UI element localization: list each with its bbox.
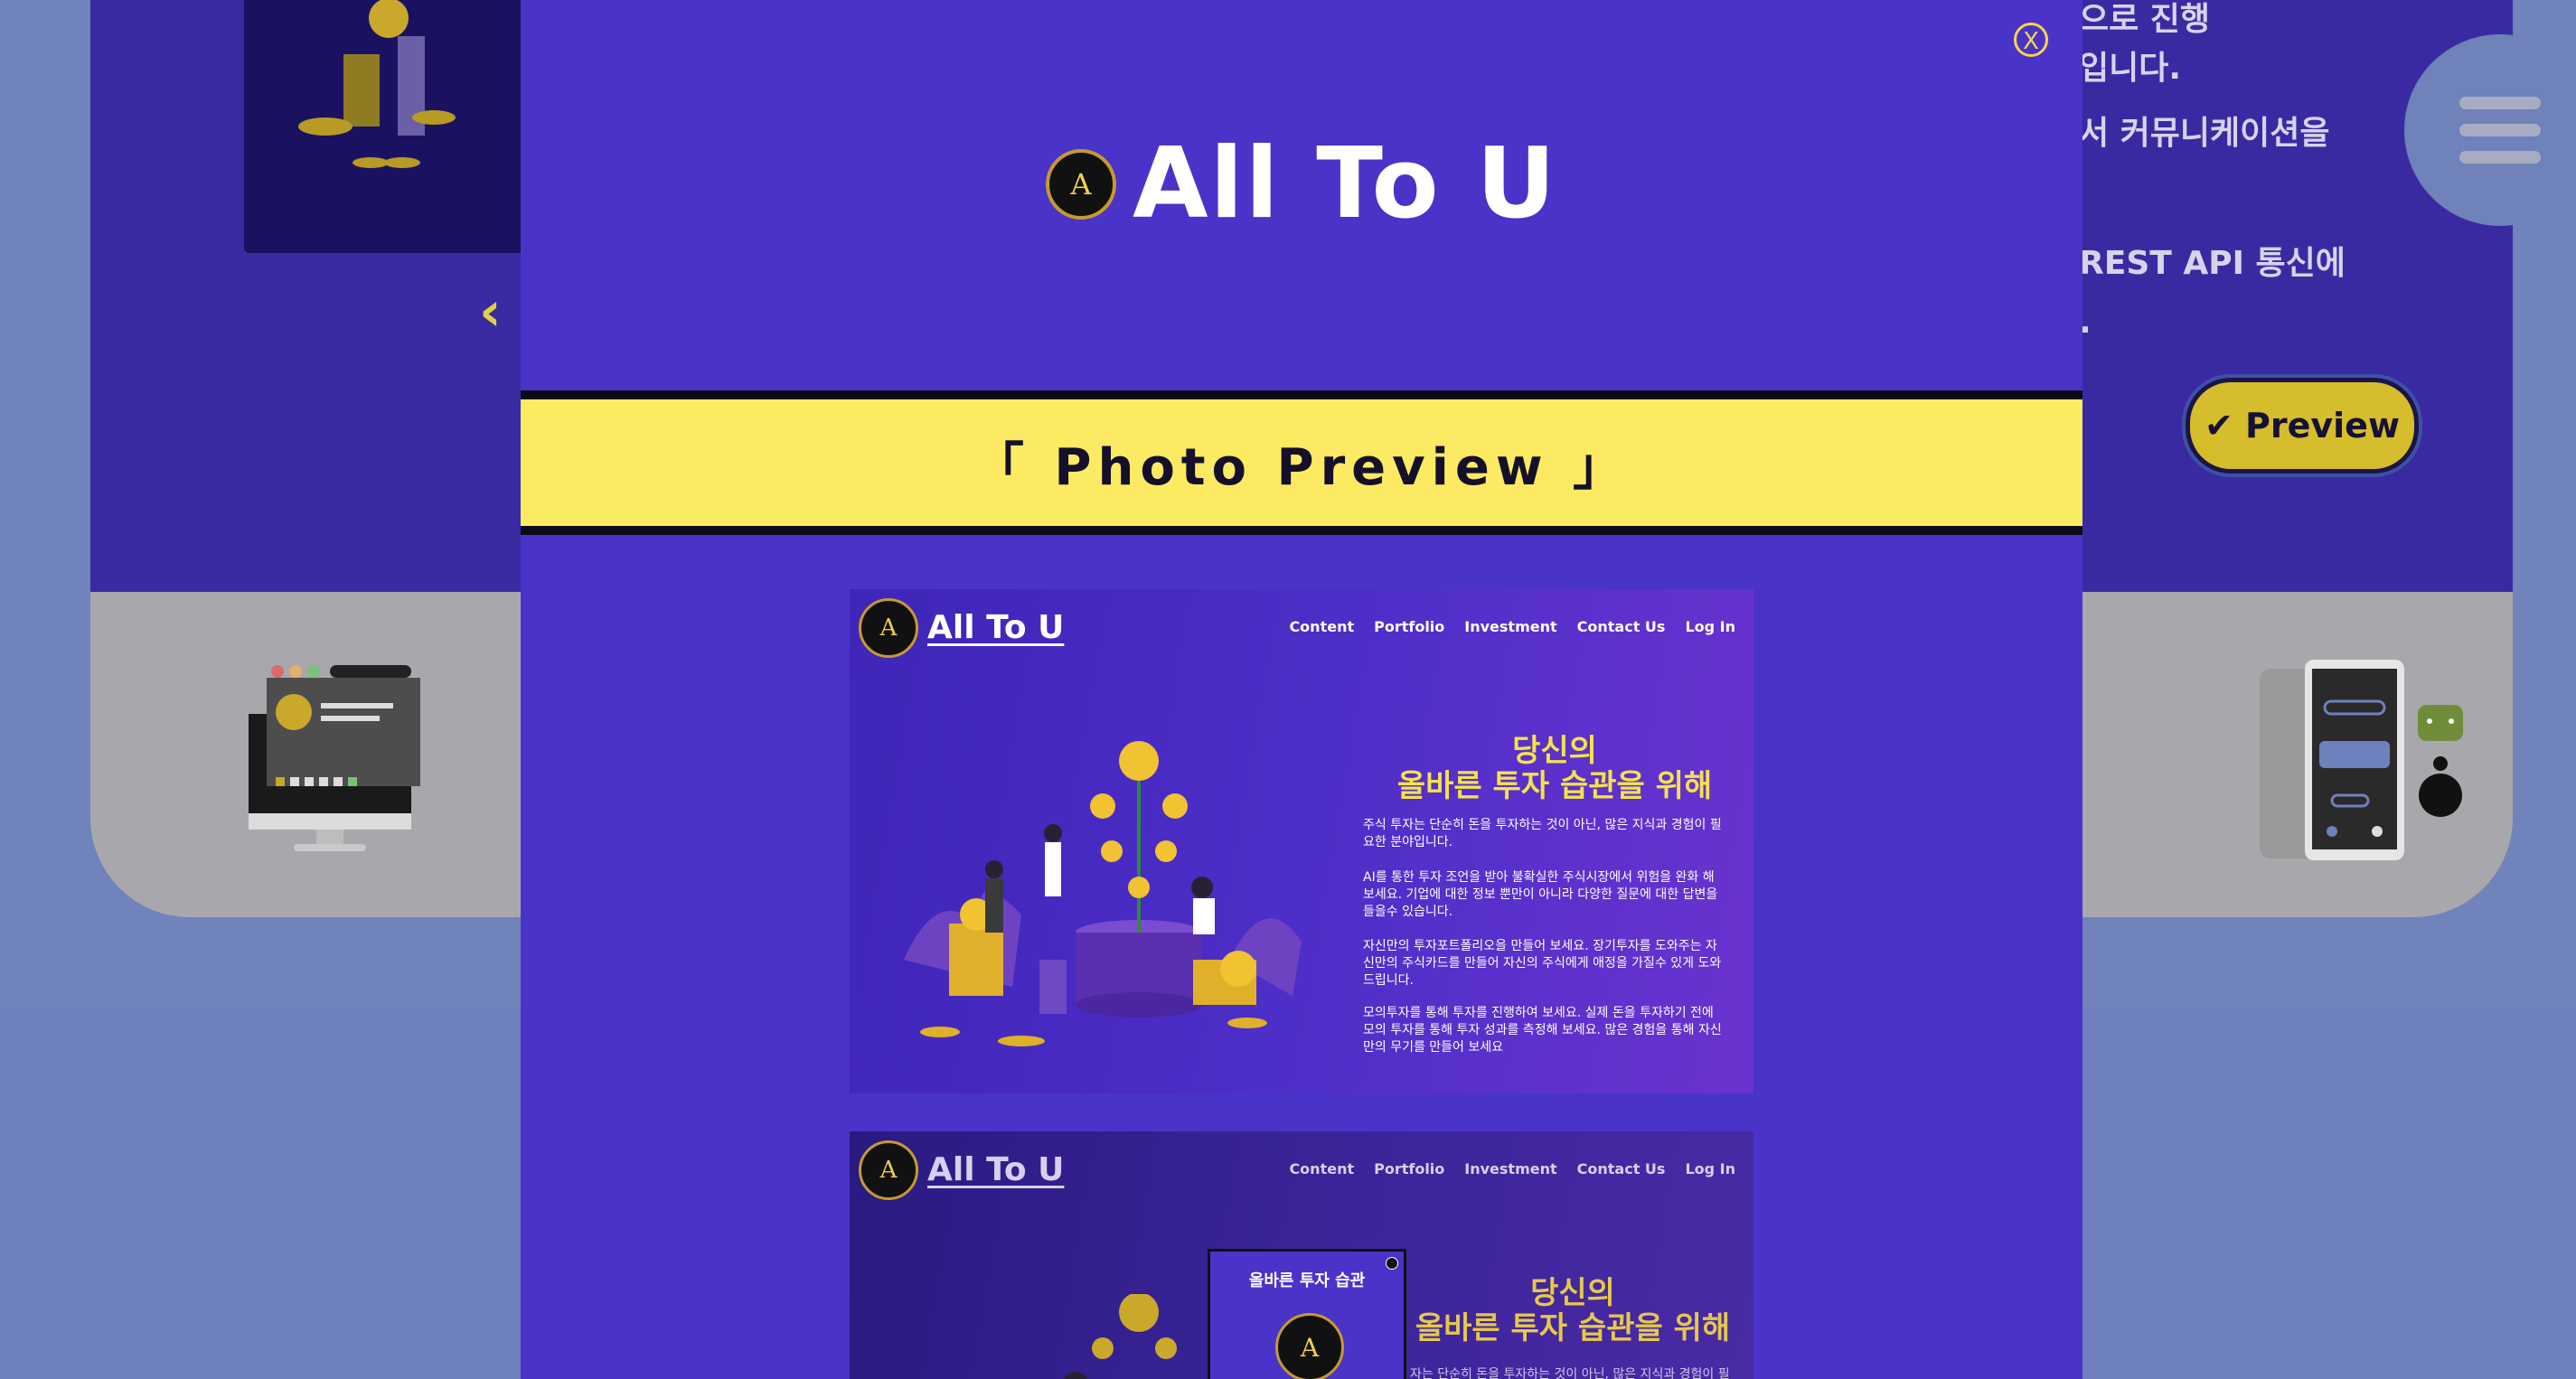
screenshot-logo: A — [859, 598, 918, 658]
headline-line: 올바른 투자 습관을 위해 — [1415, 1310, 1731, 1347]
section-banner: 「 Photo Preview 」 — [521, 390, 2082, 535]
screenshot-menu-item: Contact Us — [1576, 1160, 1666, 1177]
screenshot-navbar: A All To U Content Portfolio Investment … — [850, 589, 1753, 671]
screenshot-menu-item: Portfolio — [1374, 1160, 1445, 1177]
preview-screenshot: A All To U Content Portfolio Investment … — [850, 1131, 1753, 1379]
screenshot-menu-item: Investment — [1464, 1160, 1557, 1177]
screenshot-menu-item: Content — [1289, 1160, 1355, 1177]
preview-button[interactable]: ✔ Preview — [2186, 378, 2419, 474]
screenshot-headline: 당신의 올바른 투자 습관을 위해 — [1374, 733, 1735, 805]
headline-line: 당신의 — [1530, 1275, 1615, 1311]
screenshot-paragraph: 주식 투자는 단순히 돈을 투자하는 것이 아닌, 많은 지식과 경험이 필요한… — [1363, 818, 1722, 849]
screenshot-menu-item: Content — [1289, 618, 1355, 635]
screenshot-menu-item: Portfolio — [1374, 618, 1445, 635]
background-description-line: 서 커뮤니케이션을 — [2079, 115, 2330, 152]
screenshot-paragraph: 자신만의 투자포트폴리오을 만들어 보세요. 장기투자를 도와주는 자신만의 주… — [1363, 939, 1722, 988]
brand-name: All To U — [1132, 127, 1558, 240]
screenshot-paragraph: AI를 통한 투자 조언을 받아 불확실한 주식시장에서 위험을 완화 해보세요… — [1363, 870, 1718, 919]
investment-illustration-icon — [904, 741, 1302, 1046]
background-description-line: REST API 통신에 — [2079, 245, 2346, 282]
close-button[interactable]: X — [2014, 23, 2048, 57]
screenshot-brand: All To U — [927, 609, 1065, 646]
menu-bar — [2459, 151, 2541, 164]
background-thumbnail — [244, 0, 533, 253]
screenshot-paragraph: 자는 단순히 돈을 투자하는 것이 아닌, 많은 지식과 경험이 필 — [1410, 1367, 1730, 1379]
screenshot-brand: All To U — [927, 1151, 1065, 1188]
screenshot-menu: Content Portfolio Investment Contact Us … — [1289, 618, 1735, 635]
coin-tree-icon — [1064, 1294, 1177, 1379]
screenshot-paragraph: 모의투자를 통해 투자를 진행하여 보세요. 실제 돈을 투자하기 전에 모의 … — [1363, 1006, 1722, 1055]
background-description-line: 입니다. — [2079, 50, 2182, 87]
brand-logo: A — [1045, 149, 1116, 220]
background-description-line: 으로 진행 — [2079, 1, 2211, 38]
screenshot-menu-item: Log In — [1685, 1160, 1735, 1177]
screenshot-menu-item: Investment — [1464, 618, 1557, 635]
mobile-app-icon — [2260, 651, 2513, 868]
screenshot-navbar: A All To U Content Portfolio Investment … — [850, 1131, 1753, 1213]
screenshot-menu-item: Log In — [1685, 618, 1735, 635]
web-monitor-icon — [230, 660, 438, 854]
photo-preview-modal: X A All To U 「 Photo Preview 」 A All To … — [521, 0, 2082, 1379]
menu-bar — [2459, 124, 2541, 136]
section-title: 「 Photo Preview 」 — [973, 437, 1631, 497]
menu-bar — [2459, 97, 2541, 109]
screenshot-menu: Content Portfolio Investment Contact Us … — [1289, 1160, 1735, 1177]
screenshot-headline: 당신의 올바른 투자 습관을 위해 — [1392, 1275, 1753, 1347]
coin-illustration-icon — [244, 0, 533, 253]
screenshot-popup: 올바른 투자 습관 A — [1208, 1249, 1406, 1379]
popup-title: 올바른 투자 습관 — [1248, 1271, 1366, 1290]
popup-logo: A — [1275, 1313, 1344, 1379]
prev-slide-icon[interactable]: ‹ — [479, 280, 502, 343]
headline-line: 당신의 — [1512, 733, 1597, 769]
modal-brand: A All To U — [521, 136, 2082, 233]
screenshot-menu-item: Contact Us — [1576, 618, 1666, 635]
headline-line: 올바른 투자 습관을 위해 — [1396, 768, 1713, 805]
preview-screenshot: A All To U Content Portfolio Investment … — [850, 589, 1753, 1093]
screenshot-logo: A — [859, 1140, 918, 1200]
